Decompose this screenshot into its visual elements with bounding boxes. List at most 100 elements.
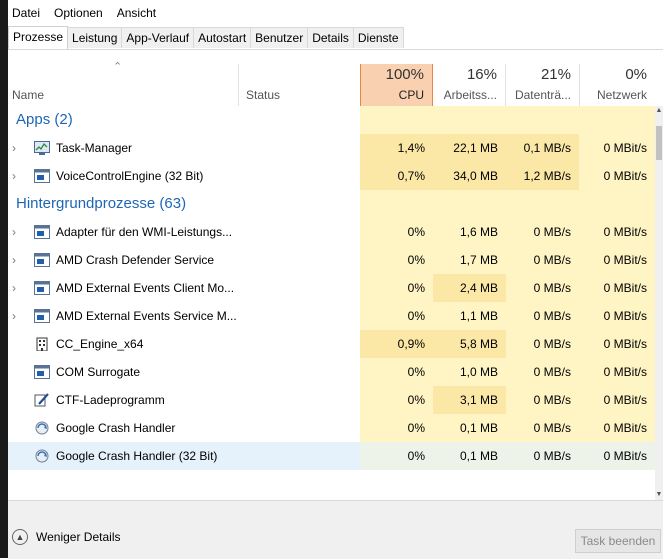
group-header[interactable]: Hintergrundprozesse (63) bbox=[8, 190, 655, 218]
network-total: 0% bbox=[625, 66, 647, 83]
tab-benutzer[interactable]: Benutzer bbox=[250, 27, 309, 48]
expand-chevron-icon[interactable]: › bbox=[12, 218, 16, 246]
net-value: 0 MBit/s bbox=[579, 302, 655, 330]
menu-ansicht[interactable]: Ansicht bbox=[113, 4, 160, 24]
building-icon bbox=[34, 337, 50, 352]
expand-chevron-icon[interactable]: › bbox=[12, 302, 16, 330]
tab-details[interactable]: Details bbox=[307, 27, 354, 48]
group-title: Apps (2) bbox=[16, 111, 73, 128]
cpu-value: 0% bbox=[360, 414, 433, 442]
column-memory[interactable]: 16% Arbeitss... bbox=[433, 50, 505, 106]
cpu-total: 100% bbox=[385, 66, 424, 83]
cpu-value: 0,9% bbox=[360, 330, 433, 358]
scroll-down-arrow-icon[interactable]: ▼ bbox=[655, 490, 663, 500]
process-name: Google Crash Handler bbox=[56, 421, 176, 435]
expand-chevron-icon[interactable]: › bbox=[12, 134, 16, 162]
google-update-icon bbox=[34, 449, 50, 463]
menu-bar: Datei Optionen Ansicht bbox=[8, 4, 166, 24]
pen-icon bbox=[34, 393, 50, 407]
scrollbar-thumb[interactable] bbox=[656, 126, 662, 160]
disk-value: 0 MB/s bbox=[506, 358, 579, 386]
expand-chevron-icon[interactable]: › bbox=[12, 246, 16, 274]
process-name: AMD External Events Client Mo... bbox=[56, 281, 235, 295]
net-value: 0 MBit/s bbox=[579, 274, 655, 302]
fewer-details-label: Weniger Details bbox=[36, 530, 121, 544]
net-value: 0 MBit/s bbox=[579, 414, 655, 442]
window-icon bbox=[34, 225, 50, 239]
task-manager-icon bbox=[34, 141, 50, 155]
window-icon bbox=[34, 281, 50, 295]
vertical-scrollbar[interactable]: ▲ ▼ bbox=[655, 106, 663, 500]
net-value: 0 MBit/s bbox=[579, 246, 655, 274]
process-row[interactable]: › AMD External Events Service M... 0% 1,1 M… bbox=[8, 302, 655, 330]
disk-value: 0,1 MB/s bbox=[506, 134, 579, 162]
process-row[interactable]: › Adapter für den WMI-Leistungs... 0% 1,6 M… bbox=[8, 218, 655, 246]
network-label: Netzwerk bbox=[596, 88, 647, 102]
column-status[interactable]: Status bbox=[246, 88, 280, 102]
background-window-edge bbox=[0, 0, 8, 558]
column-divider[interactable] bbox=[238, 64, 239, 106]
mem-value: 1,1 MB bbox=[433, 302, 506, 330]
mem-value: 0,1 MB bbox=[433, 414, 506, 442]
net-value: 0 MBit/s bbox=[579, 134, 655, 162]
fewer-details-button[interactable]: ▲ Weniger Details bbox=[12, 529, 120, 545]
tab-dienste[interactable]: Dienste bbox=[352, 27, 404, 48]
column-header: ⌃ Name Status 100% CPU 16% Arbeitss... 2… bbox=[8, 50, 655, 106]
mem-value: 3,1 MB bbox=[433, 386, 506, 414]
process-name: AMD Crash Defender Service bbox=[56, 253, 215, 267]
disk-value: 0 MB/s bbox=[506, 414, 579, 442]
process-name: Adapter für den WMI-Leistungs... bbox=[56, 225, 233, 239]
memory-total: 16% bbox=[466, 66, 497, 83]
process-row[interactable]: › AMD External Events Client Mo... 0% 2,4 M… bbox=[8, 274, 655, 302]
process-row[interactable]: › VoiceControlEngine (32 Bit) 0,7% 34,0 MB 1… bbox=[8, 162, 655, 190]
cpu-value: 0% bbox=[360, 246, 433, 274]
chevron-up-circle-icon: ▲ bbox=[12, 529, 28, 545]
scroll-up-arrow-icon[interactable]: ▲ bbox=[655, 106, 663, 116]
net-value: 0 MBit/s bbox=[579, 330, 655, 358]
menu-optionen[interactable]: Optionen bbox=[50, 4, 107, 24]
disk-value: 1,2 MB/s bbox=[506, 162, 579, 190]
cpu-label: CPU bbox=[398, 88, 424, 102]
disk-value: 0 MB/s bbox=[506, 274, 579, 302]
process-list: ⌃ Name Status 100% CPU 16% Arbeitss... 2… bbox=[8, 49, 663, 500]
process-row[interactable]: CTF-Ladeprogramm 0% 3,1 MB 0 MB/s 0 MBit/s bbox=[8, 386, 655, 414]
process-row[interactable]: CC_Engine_x64 0,9% 5,8 MB 0 MB/s 0 MBit/s bbox=[8, 330, 655, 358]
cpu-value: 0% bbox=[360, 274, 433, 302]
mem-value: 1,6 MB bbox=[433, 218, 506, 246]
column-network[interactable]: 0% Netzwerk bbox=[580, 50, 655, 106]
process-row[interactable]: Google Crash Handler 0% 0,1 MB 0 MB/s 0 MBit… bbox=[8, 414, 655, 442]
net-value: 0 MBit/s bbox=[579, 358, 655, 386]
mem-value: 5,8 MB bbox=[433, 330, 506, 358]
tab-leistung[interactable]: Leistung bbox=[67, 27, 123, 48]
cpu-value: 0% bbox=[360, 218, 433, 246]
expand-chevron-icon[interactable]: › bbox=[12, 162, 16, 190]
column-disk[interactable]: 21% Datenträ... bbox=[506, 50, 579, 106]
disk-total: 21% bbox=[540, 66, 571, 83]
net-value: 0 MBit/s bbox=[579, 218, 655, 246]
process-row[interactable]: Google Crash Handler (32 Bit) 0% 0,1 MB 0 M… bbox=[8, 442, 655, 470]
tab-bar: Prozesse Leistung App-Verlauf Autostart … bbox=[8, 26, 404, 49]
tab-app-verlauf[interactable]: App-Verlauf bbox=[121, 27, 195, 48]
mem-value: 1,7 MB bbox=[433, 246, 506, 274]
end-task-button[interactable]: Task beenden bbox=[575, 529, 661, 553]
process-row[interactable]: › AMD Crash Defender Service 0% 1,7 MB 0 MB/… bbox=[8, 246, 655, 274]
group-header[interactable]: Apps (2) bbox=[8, 106, 655, 134]
sort-up-icon: ⌃ bbox=[113, 61, 123, 73]
net-value: 0 MBit/s bbox=[579, 386, 655, 414]
cpu-value: 0% bbox=[360, 302, 433, 330]
net-value: 0 MBit/s bbox=[579, 162, 655, 190]
tab-autostart[interactable]: Autostart bbox=[193, 27, 252, 48]
mem-value: 2,4 MB bbox=[433, 274, 506, 302]
expand-chevron-icon[interactable]: › bbox=[12, 274, 16, 302]
heat-cell bbox=[433, 190, 506, 218]
process-row[interactable]: COM Surrogate 0% 1,0 MB 0 MB/s 0 MBit/s bbox=[8, 358, 655, 386]
column-cpu[interactable]: 100% CPU bbox=[360, 64, 433, 106]
process-row[interactable]: › Task-Manager 1,4% 22,1 MB 0,1 MB/s 0 MBit/s bbox=[8, 134, 655, 162]
menu-datei[interactable]: Datei bbox=[8, 4, 44, 24]
column-name[interactable]: Name bbox=[12, 88, 44, 102]
tab-prozesse[interactable]: Prozesse bbox=[8, 26, 69, 49]
heat-cell bbox=[360, 106, 433, 134]
process-name: Google Crash Handler (32 Bit) bbox=[56, 449, 218, 463]
disk-value: 0 MB/s bbox=[506, 302, 579, 330]
process-name: CC_Engine_x64 bbox=[56, 337, 144, 351]
